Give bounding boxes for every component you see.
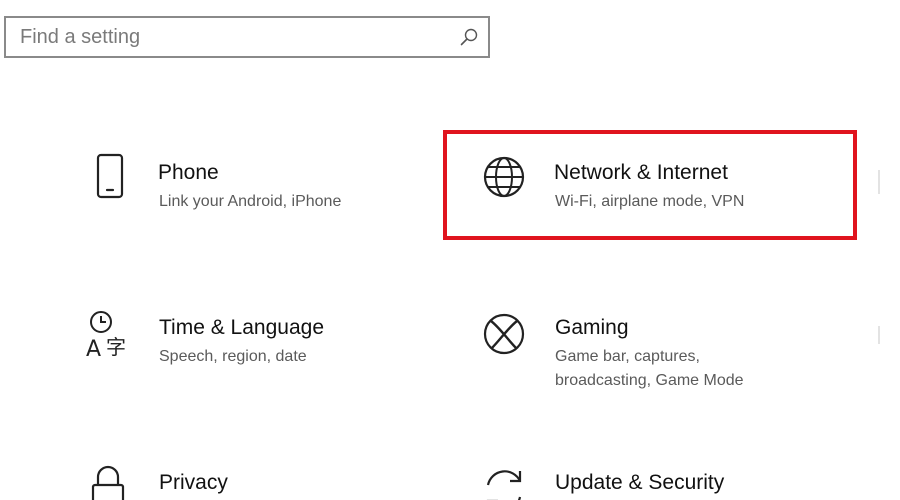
search-box[interactable] <box>4 16 490 58</box>
search-icon[interactable] <box>458 26 480 48</box>
tile-title: Phone <box>158 161 219 184</box>
svg-text:A: A <box>86 337 101 360</box>
tile-title: Time & Language <box>159 316 324 339</box>
globe-icon <box>480 151 528 203</box>
tile-gaming[interactable]: Gaming Game bar, captures, broadcasting,… <box>476 300 846 400</box>
tile-title: Network & Internet <box>554 161 728 184</box>
tile-network-internet[interactable]: Network & Internet Wi-Fi, airplane mode,… <box>476 145 846 235</box>
tile-description: Speech, region, date <box>159 348 307 365</box>
phone-icon <box>86 151 134 203</box>
tile-description: broadcasting, Game Mode <box>555 372 744 389</box>
tile-privacy[interactable]: Privacy <box>80 455 420 500</box>
tile-title: Update & Security <box>555 471 725 494</box>
tile-update-security[interactable]: Update & Security <box>476 455 846 500</box>
xbox-icon <box>480 308 528 360</box>
svg-text:字: 字 <box>106 335 126 359</box>
lock-icon <box>84 463 132 500</box>
tile-time-language[interactable]: A 字 Time & Language Speech, region, date <box>80 300 420 400</box>
tile-phone[interactable]: Phone Link your Android, iPhone <box>80 145 420 245</box>
tile-description: Game bar, captures, <box>555 348 700 365</box>
tile-title: Privacy <box>159 471 228 494</box>
tile-title: Gaming <box>555 316 629 339</box>
sync-icon <box>480 463 528 500</box>
edge-divider <box>878 170 880 194</box>
search-input[interactable] <box>6 18 446 56</box>
settings-page: Phone Link your Android, iPhone Network … <box>0 0 900 500</box>
edge-divider <box>878 326 880 344</box>
time-language-icon: A 字 <box>84 308 132 362</box>
tile-description: Wi-Fi, airplane mode, VPN <box>555 193 745 210</box>
tile-description: Link your Android, iPhone <box>159 193 342 210</box>
